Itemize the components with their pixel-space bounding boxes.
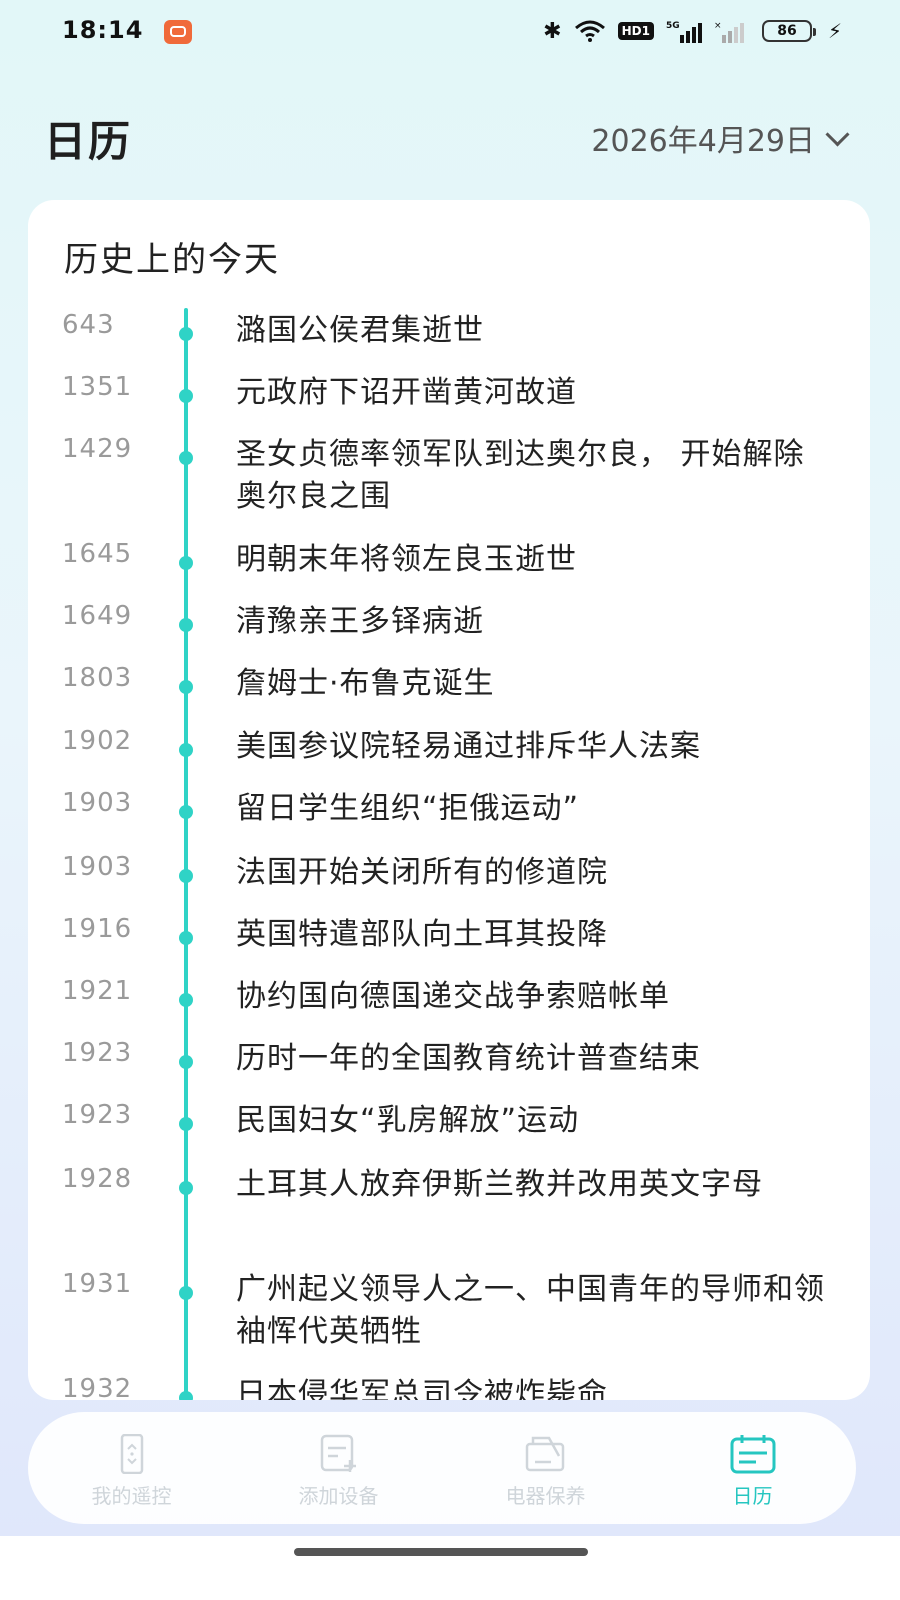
event-year: 1902	[62, 726, 133, 756]
timeline-dot	[179, 869, 193, 883]
event-year: 1921	[62, 976, 133, 1006]
calendar-icon	[730, 1434, 776, 1474]
nav-label: 日历	[732, 1484, 773, 1508]
event-text: 明朝末年将领左良玉逝世	[236, 542, 577, 577]
event-year: 1351	[62, 372, 133, 402]
event-year: 1649	[62, 601, 133, 631]
event-year: 1916	[62, 914, 133, 944]
history-today-card: 历史上的今天 643 潞国公侯君集逝世 1351 元政府下诏开凿黄河故道 142…	[28, 200, 870, 1400]
timeline-dot	[179, 1391, 193, 1400]
system-nav-area	[0, 1536, 900, 1600]
battery-icon: 86	[761, 20, 816, 42]
timeline-dot	[179, 1117, 193, 1131]
wifi-icon	[574, 20, 606, 42]
hd-icon: HD1	[617, 22, 654, 40]
page-title: 日历	[44, 117, 133, 166]
event-year: 1429	[62, 434, 133, 464]
timeline-dot	[179, 1181, 193, 1195]
timeline-dot	[179, 680, 193, 694]
timeline-dot	[179, 389, 193, 403]
timeline-dot	[179, 1055, 193, 1069]
timeline-dot	[179, 931, 193, 945]
event-year: 1903	[62, 788, 133, 818]
date-label: 2026年4月29日	[591, 124, 815, 159]
event-text: 元政府下诏开凿黄河故道	[236, 375, 577, 410]
nav-calendar[interactable]: 日历	[649, 1412, 856, 1524]
charging-icon: ⚡	[827, 19, 842, 43]
event-text: 历时一年的全国教育统计普查结束	[236, 1041, 701, 1076]
event-text: 协约国向德国递交战争索赔帐单	[236, 979, 670, 1014]
event-text: 法国开始关闭所有的修道院	[236, 855, 608, 890]
home-indicator[interactable]	[294, 1548, 588, 1556]
nav-label: 我的遥控	[91, 1484, 172, 1508]
nav-label: 电器保养	[505, 1484, 586, 1508]
event-text: 英国特遣部队向土耳其投降	[236, 917, 608, 952]
timeline-line	[184, 308, 188, 1400]
event-text: 广州起义领导人之一、中国青年的导师和领袖恽代英牺牲	[236, 1272, 825, 1349]
event-text: 日本侵华军总司令被炸毙命	[236, 1377, 608, 1400]
event-text: 圣女贞德率领军队到达奥尔良， 开始解除奥尔良之围	[236, 437, 805, 514]
nav-label: 添加设备	[298, 1484, 379, 1508]
event-text: 潞国公侯君集逝世	[236, 313, 484, 348]
remote-icon	[109, 1433, 155, 1475]
svg-text:5G: 5G	[666, 21, 680, 31]
event-year: 1645	[62, 539, 133, 569]
maintenance-icon	[523, 1434, 569, 1474]
status-icons: ✱ HD1 5G × 86 ⚡	[543, 16, 842, 46]
timeline-dot	[179, 556, 193, 570]
event-year: 643	[62, 310, 115, 340]
timeline-dot	[179, 327, 193, 341]
timeline-dot	[179, 1286, 193, 1300]
svg-text:×: ×	[714, 21, 722, 31]
timeline-dot	[179, 993, 193, 1007]
date-picker[interactable]: 2026年4月29日	[591, 116, 850, 160]
status-bar: 18:14 ✱ HD1 5G × 86 ⚡	[0, 0, 900, 64]
event-text: 詹姆士·布鲁克诞生	[236, 666, 495, 701]
event-year: 1803	[62, 663, 133, 693]
event-text: 留日学生组织“拒俄运动”	[236, 791, 580, 826]
event-year: 1928	[62, 1164, 133, 1194]
timeline-dot	[179, 743, 193, 757]
nav-appliance-maintenance[interactable]: 电器保养	[442, 1412, 649, 1524]
event-text: 土耳其人放弃伊斯兰教并改用英文字母	[236, 1167, 763, 1202]
event-year: 1931	[62, 1269, 133, 1299]
chevron-down-icon	[825, 121, 850, 147]
timeline-dot	[179, 451, 193, 465]
event-year: 1923	[62, 1100, 133, 1130]
card-title: 历史上的今天	[64, 240, 280, 280]
add-device-icon	[316, 1434, 362, 1474]
nav-my-remote[interactable]: 我的遥控	[28, 1412, 235, 1524]
event-year: 1932	[62, 1374, 133, 1400]
bottom-nav: 我的遥控 添加设备 电器保养 日历	[28, 1412, 856, 1524]
signal-5g-icon: 5G	[666, 19, 702, 43]
nav-add-device[interactable]: 添加设备	[235, 1412, 442, 1524]
event-text: 民国妇女“乳房解放”运动	[236, 1103, 580, 1138]
status-time: 18:14	[62, 16, 144, 44]
event-year: 1903	[62, 852, 133, 882]
app-notification-icon	[164, 20, 192, 44]
timeline-dot	[179, 618, 193, 632]
event-year: 1923	[62, 1038, 133, 1068]
event-text: 清豫亲王多铎病逝	[236, 604, 484, 639]
event-text: 美国参议院轻易通过排斥华人法案	[236, 729, 701, 764]
signal-2-icon: ×	[714, 19, 750, 43]
timeline-dot	[179, 805, 193, 819]
bluetooth-icon: ✱	[543, 18, 562, 44]
